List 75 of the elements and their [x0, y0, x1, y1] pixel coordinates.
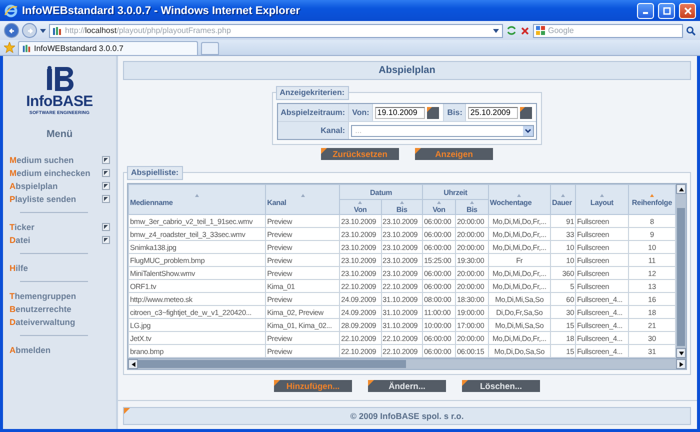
window-icon[interactable]: [102, 182, 110, 190]
action-button[interactable]: Zurücksetzen: [321, 148, 399, 160]
menu-title: Menü: [46, 129, 73, 140]
window-title: InfoWEBstandard 3.0.0.7 - Windows Internet Explorer: [22, 4, 301, 16]
browser-logo-icon: [4, 4, 18, 18]
page-title: Abspielplan: [123, 61, 691, 80]
corner-icon: [462, 380, 468, 386]
menu-item[interactable]: Medium einchecken: [10, 168, 90, 178]
logo-name: InfoBASE: [26, 93, 93, 110]
dropdown-icon[interactable]: [492, 26, 500, 34]
search-provider-icon[interactable]: [536, 26, 545, 35]
dropdown-icon[interactable]: [40, 28, 46, 32]
field-label: Kanal:: [278, 122, 348, 139]
panel-legend: Abspielliste:: [127, 166, 183, 180]
window-icon[interactable]: [102, 156, 110, 164]
close-button[interactable]: [679, 2, 696, 18]
stop-icon[interactable]: [520, 26, 530, 36]
search-box[interactable]: Google: [533, 24, 683, 38]
maximize-button[interactable]: [658, 2, 675, 18]
menu-item[interactable]: Dateiverwaltung: [10, 316, 76, 326]
close-icon: [684, 6, 692, 14]
browser-tab[interactable]: InfoWEBstandard 3.0.0.7: [18, 41, 198, 55]
horizontal-scrollbar[interactable]: [127, 359, 687, 370]
vertical-scrollbar[interactable]: [676, 184, 686, 358]
window-icon[interactable]: [102, 222, 110, 230]
refresh-icon[interactable]: [506, 25, 517, 36]
scrollbar-thumb[interactable]: [138, 360, 406, 368]
corner-icon: [124, 408, 130, 414]
forward-arrow-icon: [26, 26, 34, 34]
corner-icon: [368, 380, 374, 386]
forward-button[interactable]: [22, 23, 37, 38]
menu-item[interactable]: Medium suchen: [10, 154, 74, 164]
window-icon[interactable]: [102, 168, 110, 176]
date-field[interactable]: 25.10.2009: [468, 106, 518, 118]
date-field[interactable]: 19.10.2009: [375, 106, 426, 118]
back-arrow-icon: [8, 26, 16, 34]
calendar-button[interactable]: [520, 106, 532, 118]
maximize-icon: [662, 6, 670, 14]
calendar-button[interactable]: [427, 106, 440, 118]
menu-item[interactable]: Abmelden: [10, 344, 51, 354]
menu-item[interactable]: Datei: [10, 234, 30, 244]
arrow-icon[interactable]: [678, 362, 684, 366]
menu-item[interactable]: Ticker: [10, 222, 34, 232]
scrollbar-thumb[interactable]: [677, 208, 685, 346]
panel-legend: Anzeigekriterien:: [276, 86, 349, 100]
field-label: Bis:: [444, 104, 466, 121]
corner-icon: [415, 148, 421, 154]
arrow-icon[interactable]: [130, 362, 136, 366]
corner-icon: [321, 148, 327, 154]
menu-item[interactable]: Playliste senden: [10, 194, 76, 204]
footer: © 2009 InfoBASE spol. s r.o.: [123, 407, 691, 425]
menu-item[interactable]: Hilfe: [10, 262, 28, 272]
menu-item[interactable]: Benutzerrechte: [10, 304, 72, 314]
field-label: Abspielzeitraum:: [278, 104, 348, 121]
menu-item[interactable]: Themengruppen: [10, 290, 76, 300]
favorites-star-icon[interactable]: [4, 42, 15, 53]
window-icon[interactable]: [102, 194, 110, 202]
window-icon[interactable]: [102, 236, 110, 244]
back-button[interactable]: [4, 23, 19, 38]
corner-icon: [274, 380, 280, 386]
site-icon: [52, 26, 62, 36]
corner-icon: [427, 106, 432, 112]
action-button[interactable]: Hinzufügen...: [274, 380, 352, 392]
site-icon: [22, 44, 31, 53]
action-button[interactable]: Anzeigen: [415, 148, 493, 160]
search-field[interactable]: Google: [548, 26, 680, 35]
minimize-button[interactable]: [637, 2, 654, 18]
address-field[interactable]: http://localhost/playout/php/playoutFrames.php: [49, 24, 503, 38]
search-icon[interactable]: [686, 26, 696, 36]
menu-item[interactable]: Abspielplan: [10, 180, 58, 190]
arrow-icon[interactable]: [678, 186, 684, 192]
field-label: Von:: [349, 104, 372, 121]
corner-icon: [520, 106, 526, 112]
arrow-icon[interactable]: [678, 350, 684, 356]
dropdown-icon[interactable]: [523, 126, 534, 136]
